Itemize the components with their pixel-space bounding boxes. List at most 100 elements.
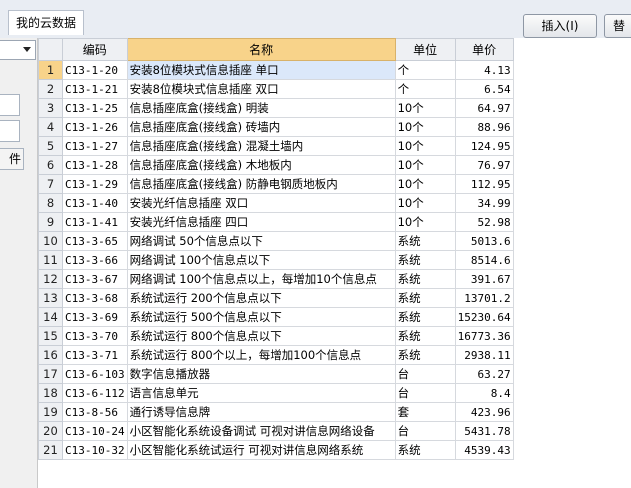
price-cell[interactable]: 124.95 xyxy=(454,136,514,156)
unit-cell[interactable]: 10个 xyxy=(394,98,456,118)
table-row[interactable]: 20 C13-10-24 小区智能化系统设备调试 可视对讲信息网络设备台 5431.7… xyxy=(38,421,514,441)
row-number[interactable]: 8 xyxy=(38,193,63,213)
table-row[interactable]: 10 C13-3-65 网络调试 50个信息点以下 系统 5013.6 xyxy=(38,231,514,251)
table-row[interactable]: 1 C13-1-20 安装8位模块式信息插座 单口个 4.13 xyxy=(38,60,514,80)
unit-cell[interactable]: 系统 xyxy=(394,440,456,460)
name-cell[interactable]: 数字信息播放器 xyxy=(126,364,396,384)
row-number[interactable]: 12 xyxy=(38,269,63,289)
code-cell[interactable]: C13-1-40 xyxy=(62,193,128,213)
table-row[interactable]: 12 C13-3-67 网络调试 100个信息点以上，每增加10个信息点 系统 391.… xyxy=(38,269,514,289)
unit-cell[interactable]: 个 xyxy=(394,79,456,99)
code-cell[interactable]: C13-1-27 xyxy=(62,136,128,156)
price-cell[interactable]: 4.13 xyxy=(454,60,514,80)
price-cell[interactable]: 2938.11 xyxy=(454,345,514,365)
price-cell[interactable]: 391.67 xyxy=(454,269,514,289)
price-cell[interactable]: 112.95 xyxy=(454,174,514,194)
insert-button[interactable]: 插入(I) xyxy=(523,14,597,38)
code-cell[interactable]: C13-1-41 xyxy=(62,212,128,232)
row-number[interactable]: 16 xyxy=(38,345,63,365)
unit-cell[interactable]: 系统 xyxy=(394,307,456,327)
name-cell[interactable]: 安装8位模块式信息插座 单口 xyxy=(126,60,396,80)
name-cell[interactable]: 信息插座底盒(接线盒) 砖墙内 xyxy=(126,117,396,137)
replace-button[interactable]: 替 xyxy=(604,14,631,38)
row-number[interactable]: 5 xyxy=(38,136,63,156)
price-cell[interactable]: 63.27 xyxy=(454,364,514,384)
price-cell[interactable]: 5013.6 xyxy=(454,231,514,251)
code-cell[interactable]: C13-1-26 xyxy=(62,117,128,137)
name-cell[interactable]: 系统试运行 200个信息点以下 xyxy=(126,288,396,308)
name-cell[interactable]: 语言信息单元 xyxy=(126,383,396,403)
name-cell[interactable]: 网络调试 50个信息点以下 xyxy=(126,231,396,251)
name-cell[interactable]: 安装光纤信息插座 双口 xyxy=(126,193,396,213)
tab-my-cloud-data[interactable]: 我的云数据 xyxy=(8,10,84,35)
table-row[interactable]: 6 C13-1-28 信息插座底盒(接线盒) 木地板内 10个 76.97 xyxy=(38,155,514,175)
row-number[interactable]: 10 xyxy=(38,231,63,251)
left-file-button[interactable]: 件 xyxy=(0,148,24,170)
price-cell[interactable]: 6.54 xyxy=(454,79,514,99)
unit-cell[interactable]: 系统 xyxy=(394,345,456,365)
code-cell[interactable]: C13-3-70 xyxy=(62,326,128,346)
row-number[interactable]: 2 xyxy=(38,79,63,99)
name-cell[interactable]: 安装光纤信息插座 四口 xyxy=(126,212,396,232)
row-number[interactable]: 6 xyxy=(38,155,63,175)
column-header-code[interactable]: 编码 xyxy=(62,38,128,61)
unit-cell[interactable]: 10个 xyxy=(394,212,456,232)
table-row[interactable]: 7 C13-1-29 信息插座底盒(接线盒) 防静电钢质地板内 10个 112.95 xyxy=(38,174,514,194)
name-cell[interactable]: 网络调试 100个信息点以下 xyxy=(126,250,396,270)
price-cell[interactable]: 64.97 xyxy=(454,98,514,118)
code-cell[interactable]: C13-1-20 xyxy=(62,60,128,80)
row-number[interactable]: 15 xyxy=(38,326,63,346)
code-cell[interactable]: C13-6-112 xyxy=(62,383,128,403)
row-number[interactable]: 21 xyxy=(38,440,63,460)
price-cell[interactable]: 15230.64 xyxy=(454,307,514,327)
name-cell[interactable]: 信息插座底盒(接线盒) 木地板内 xyxy=(126,155,396,175)
code-cell[interactable]: C13-1-25 xyxy=(62,98,128,118)
unit-cell[interactable]: 10个 xyxy=(394,136,456,156)
row-number[interactable]: 20 xyxy=(38,421,63,441)
name-cell[interactable]: 网络调试 100个信息点以上，每增加10个信息点 xyxy=(126,269,396,289)
code-cell[interactable]: C13-10-32 xyxy=(62,440,128,460)
name-cell[interactable]: 通行诱导信息牌 xyxy=(126,402,396,422)
code-cell[interactable]: C13-3-65 xyxy=(62,231,128,251)
code-cell[interactable]: C13-3-69 xyxy=(62,307,128,327)
row-number[interactable]: 9 xyxy=(38,212,63,232)
row-number[interactable]: 11 xyxy=(38,250,63,270)
unit-cell[interactable]: 系统 xyxy=(394,288,456,308)
table-row[interactable]: 4 C13-1-26 信息插座底盒(接线盒) 砖墙内 10个 88.96 xyxy=(38,117,514,137)
table-row[interactable]: 3 C13-1-25 信息插座底盒(接线盒) 明装 10个 64.97 xyxy=(38,98,514,118)
name-cell[interactable]: 信息插座底盒(接线盒) 明装 xyxy=(126,98,396,118)
name-cell[interactable]: 系统试运行 500个信息点以下 xyxy=(126,307,396,327)
code-cell[interactable]: C13-6-103 xyxy=(62,364,128,384)
code-cell[interactable]: C13-3-71 xyxy=(62,345,128,365)
unit-cell[interactable]: 台 xyxy=(394,421,456,441)
price-cell[interactable]: 76.97 xyxy=(454,155,514,175)
row-number[interactable]: 4 xyxy=(38,117,63,137)
table-row[interactable]: 19 C13-8-56 通行诱导信息牌套 423.96 xyxy=(38,402,514,422)
row-number[interactable]: 1 xyxy=(38,60,63,80)
name-cell[interactable]: 小区智能化系统试运行 可视对讲信息网络系统 xyxy=(126,440,396,460)
code-cell[interactable]: C13-3-67 xyxy=(62,269,128,289)
left-input-2[interactable] xyxy=(0,120,20,142)
table-row[interactable]: 13 C13-3-68 系统试运行 200个信息点以下 系统 13701.2 xyxy=(38,288,514,308)
table-row[interactable]: 14 C13-3-69 系统试运行 500个信息点以下 系统 15230.64 xyxy=(38,307,514,327)
unit-cell[interactable]: 系统 xyxy=(394,326,456,346)
code-cell[interactable]: C13-3-68 xyxy=(62,288,128,308)
name-cell[interactable]: 安装8位模块式信息插座 双口 xyxy=(126,79,396,99)
code-cell[interactable]: C13-8-56 xyxy=(62,402,128,422)
unit-cell[interactable]: 台 xyxy=(394,383,456,403)
table-row[interactable]: 21 C13-10-32 小区智能化系统试运行 可视对讲信息网络系统 系统 4539.4… xyxy=(38,440,514,460)
row-number[interactable]: 18 xyxy=(38,383,63,403)
table-row[interactable]: 9 C13-1-41 安装光纤信息插座 四口 10个 52.98 xyxy=(38,212,514,232)
row-number[interactable]: 3 xyxy=(38,98,63,118)
unit-cell[interactable]: 10个 xyxy=(394,193,456,213)
column-header-name[interactable]: 名称 xyxy=(126,38,396,61)
name-cell[interactable]: 系统试运行 800个以上，每增加100个信息点 xyxy=(126,345,396,365)
price-cell[interactable]: 5431.78 xyxy=(454,421,514,441)
row-number[interactable]: 17 xyxy=(38,364,63,384)
table-row[interactable]: 18 C13-6-112 语言信息单元台 8.4 xyxy=(38,383,514,403)
code-cell[interactable]: C13-1-28 xyxy=(62,155,128,175)
row-number[interactable]: 19 xyxy=(38,402,63,422)
price-cell[interactable]: 4539.43 xyxy=(454,440,514,460)
code-cell[interactable]: C13-3-66 xyxy=(62,250,128,270)
price-cell[interactable]: 52.98 xyxy=(454,212,514,232)
